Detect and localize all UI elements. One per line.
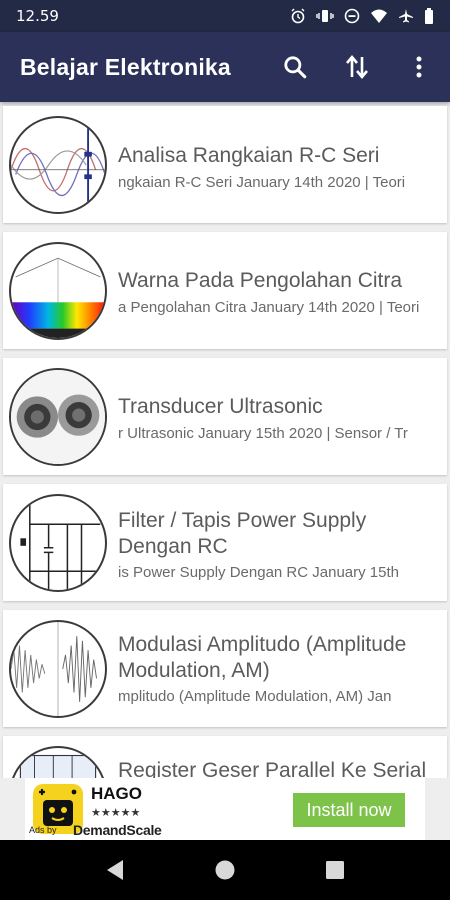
- more-vert-icon: [416, 56, 422, 78]
- article-meta: a Pengolahan Citra January 14th 2020 | T…: [118, 299, 420, 316]
- swap-vertical-icon: [346, 54, 368, 80]
- am-waveform-thumbnail: [11, 622, 98, 716]
- back-button[interactable]: [60, 840, 170, 900]
- search-icon: [284, 56, 307, 79]
- rc-waveform-thumbnail: [11, 127, 105, 203]
- article-meta: mplitudo (Amplitude Modulation, AM) Jan: [118, 688, 392, 705]
- article-thumbnail: [9, 116, 107, 214]
- article-meta: is Power Supply Dengan RC January 15th: [118, 564, 399, 581]
- ad-attribution-label: Ads by: [29, 825, 57, 835]
- article-card[interactable]: Modulasi Amplitudo (Amplitude Modulation…: [3, 610, 447, 727]
- article-title: Warna Pada Pengolahan Citra: [118, 269, 403, 292]
- article-card[interactable]: Filter / Tapis Power Supply Dengan RC is…: [3, 484, 447, 601]
- article-title: Modulasi Amplitudo (Amplitude Modulation…: [118, 633, 407, 682]
- ad-rating-stars: ★★★★★: [91, 806, 141, 819]
- article-title: Filter / Tapis Power Supply Dengan RC: [118, 509, 367, 558]
- article-text: Modulasi Amplitudo (Amplitude Modulation…: [118, 610, 447, 727]
- battery-icon: [425, 8, 433, 24]
- article-text: Analisa Rangkaian R-C Seri ngkaian R-C S…: [118, 106, 447, 223]
- recents-square-icon: [326, 861, 344, 879]
- airplane-icon: [399, 9, 413, 23]
- ad-app-name: HAGO: [91, 784, 142, 803]
- status-bar: 12.59: [0, 0, 450, 32]
- status-icons: [290, 8, 434, 24]
- overflow-menu-button[interactable]: [388, 32, 450, 102]
- install-now-button[interactable]: Install now: [293, 793, 405, 827]
- article-list[interactable]: Analisa Rangkaian R-C Seri ngkaian R-C S…: [0, 102, 450, 778]
- rc-filter-circuit-thumbnail: [20, 496, 105, 590]
- article-card[interactable]: Transducer Ultrasonic r Ultrasonic Janua…: [3, 358, 447, 475]
- article-text: Filter / Tapis Power Supply Dengan RC is…: [118, 484, 447, 601]
- app-title: Belajar Elektronika: [20, 53, 231, 80]
- shift-register-thumbnail: [19, 754, 97, 778]
- ad-banner[interactable]: HAGO ★★★★★ Ads by DemandScale Install no…: [25, 778, 425, 840]
- wifi-icon: [371, 9, 387, 23]
- vibrate-icon: [316, 10, 334, 22]
- search-button[interactable]: [264, 32, 326, 102]
- ultrasonic-sensor-thumbnail: [11, 370, 105, 464]
- article-thumbnail: [9, 242, 107, 340]
- dnd-icon: [344, 8, 360, 24]
- article-text: Transducer Ultrasonic r Ultrasonic Janua…: [118, 358, 447, 475]
- article-meta: ngkaian R-C Seri January 14th 2020 | Teo…: [118, 174, 406, 191]
- home-circle-icon: [215, 860, 235, 880]
- article-title: Register Geser Parallel Ke Serial: [118, 759, 427, 778]
- app-actions: [264, 32, 450, 102]
- status-time: 12.59: [16, 7, 59, 25]
- article-text: Register Geser Parallel Ke Serial: [118, 736, 447, 778]
- article-card[interactable]: Warna Pada Pengolahan Citra a Pengolahan…: [3, 232, 447, 349]
- system-nav-bar: [0, 840, 450, 900]
- article-text: Warna Pada Pengolahan Citra a Pengolahan…: [118, 232, 447, 349]
- article-thumbnail: [9, 368, 107, 466]
- article-thumbnail: [9, 620, 107, 718]
- article-card[interactable]: Analisa Rangkaian R-C Seri ngkaian R-C S…: [3, 106, 447, 223]
- article-meta: r Ultrasonic January 15th 2020 | Sensor …: [118, 425, 408, 442]
- article-thumbnail: [9, 494, 107, 592]
- app-bar: Belajar Elektronika: [0, 32, 450, 102]
- alarm-icon: [291, 8, 305, 24]
- back-triangle-icon: [107, 860, 123, 880]
- ad-network-brand: DemandScale: [73, 822, 162, 838]
- spectrum-thumbnail: [11, 257, 105, 338]
- home-button[interactable]: [170, 840, 280, 900]
- recents-button[interactable]: [280, 840, 390, 900]
- sort-button[interactable]: [326, 32, 388, 102]
- article-thumbnail: [9, 746, 107, 778]
- article-card[interactable]: Register Geser Parallel Ke Serial: [3, 736, 447, 778]
- article-title: Transducer Ultrasonic: [118, 395, 323, 418]
- article-title: Analisa Rangkaian R-C Seri: [118, 144, 380, 167]
